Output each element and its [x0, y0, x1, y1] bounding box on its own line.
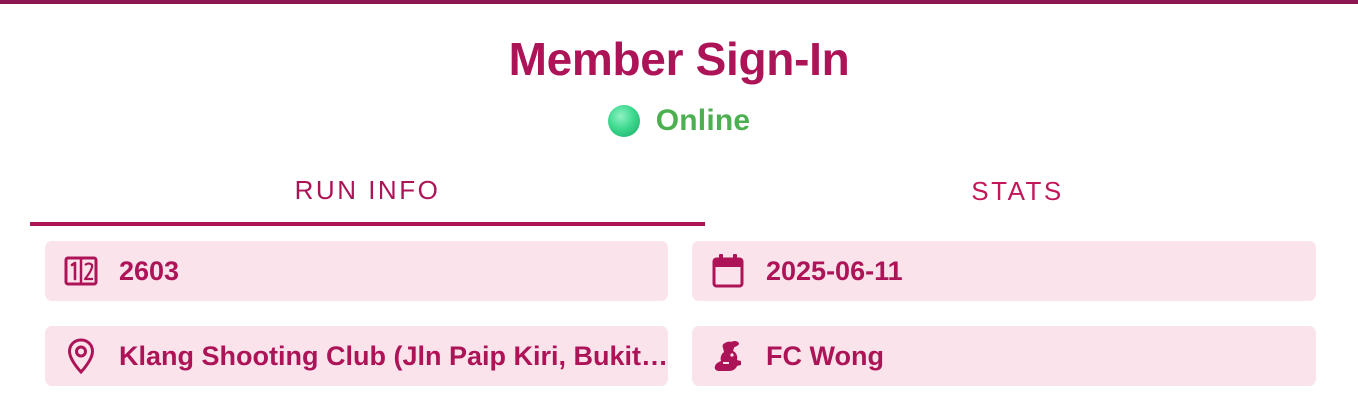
location-value: Klang Shooting Club (Jln Paip Kiri, Buki…	[119, 340, 668, 371]
rabbit-icon	[710, 338, 746, 374]
hare-card: FC Wong	[692, 326, 1316, 386]
page-title: Member Sign-In	[508, 33, 850, 85]
status-label: Online	[655, 104, 751, 137]
hare-value: FC Wong	[766, 340, 884, 371]
status-dot-icon	[607, 105, 640, 137]
calendar-icon	[710, 253, 746, 289]
date-value: 2025-06-11	[766, 255, 903, 286]
tab-run-info[interactable]: RUN INFO	[30, 158, 705, 226]
run-number-card: 2603	[45, 241, 668, 301]
run-number-value: 2603	[119, 255, 180, 286]
top-accent-bar	[0, 0, 1358, 4]
date-card: 2025-06-11	[692, 241, 1316, 301]
map-pin-icon	[63, 338, 99, 374]
location-card[interactable]: Klang Shooting Club (Jln Paip Kiri, Buki…	[45, 326, 668, 386]
tab-bar: RUN INFO STATS	[30, 158, 1330, 226]
ticket-number-icon	[63, 253, 99, 289]
tab-stats[interactable]: STATS	[705, 158, 1330, 224]
connection-status: Online	[0, 101, 1358, 141]
